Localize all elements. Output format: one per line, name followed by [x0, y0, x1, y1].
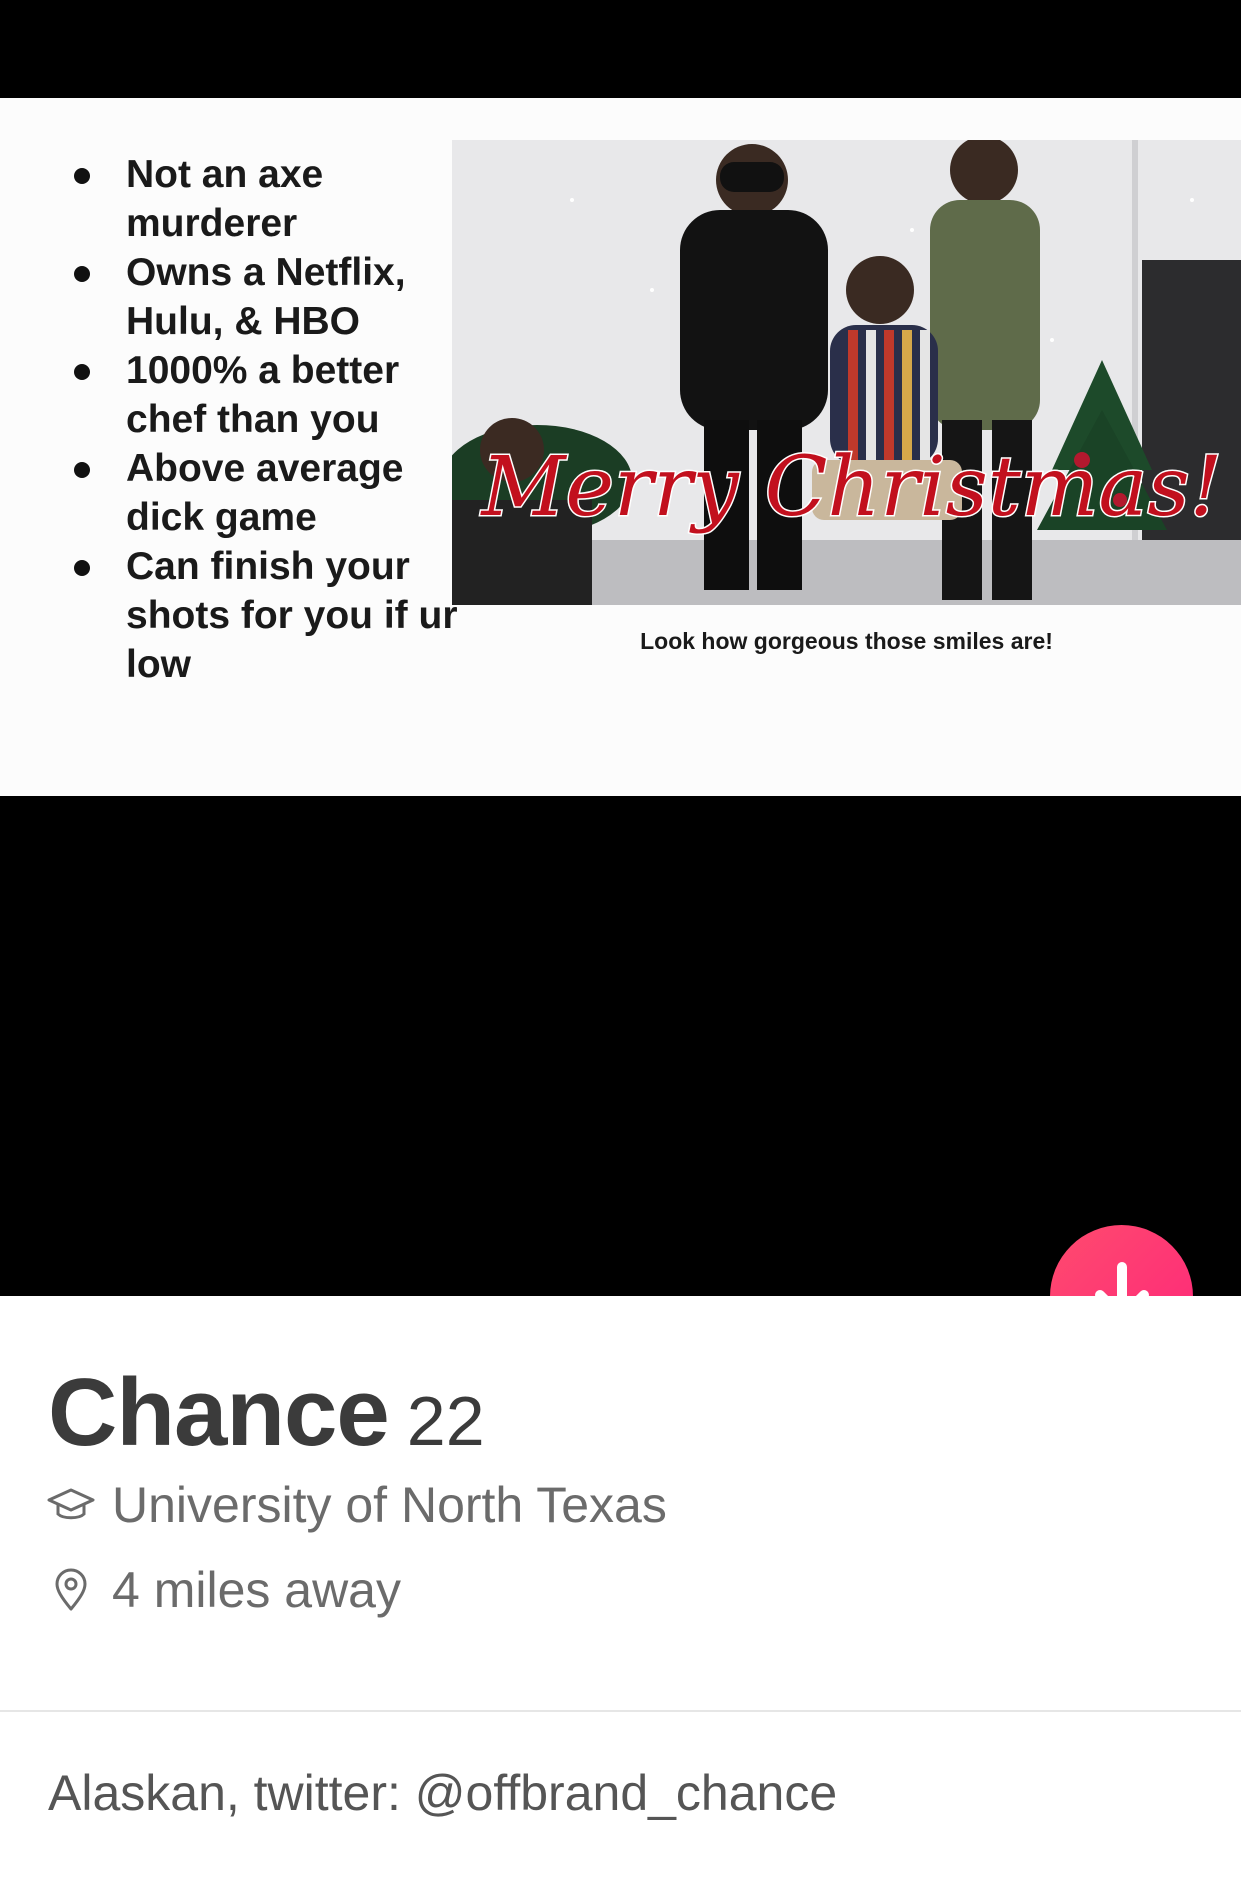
bullet-dot	[74, 364, 90, 380]
bullet-dot	[74, 168, 90, 184]
profile-name: Chance	[48, 1359, 390, 1466]
distance-row: 4 miles away	[46, 1561, 401, 1619]
graduation-cap-icon	[46, 1480, 96, 1530]
profile-info: Chance 22 University of North Texas 4 mil…	[0, 1296, 1241, 1893]
name-age-row: Chance 22	[48, 1358, 485, 1468]
bullet-item: Owns a Netflix, Hulu, & HBO	[70, 248, 490, 346]
profile-bio: Alaskan, twitter: @offbrand_chance	[48, 1765, 838, 1821]
bullet-item: Can finish your shots for you if ur low	[70, 542, 490, 689]
photo-caption: Look how gorgeous those smiles are!	[640, 628, 1053, 654]
divider	[0, 1710, 1241, 1712]
group-photo: Merry Christmas!	[452, 140, 1241, 605]
bullet-item: Above average dick game	[70, 444, 490, 542]
location-pin-icon	[46, 1565, 96, 1615]
bullet-item: 1000% a better chef than you	[70, 346, 490, 444]
bullet-item: Not an axe murderer	[70, 150, 490, 248]
profile-age: 22	[406, 1382, 485, 1460]
bullet-list: Not an axe murderer Owns a Netflix, Hulu…	[70, 150, 490, 689]
merry-christmas-text: Merry Christmas!	[480, 440, 1223, 535]
profile-photo-area[interactable]: Not an axe murderer Owns a Netflix, Hulu…	[0, 0, 1241, 1296]
school-text: University of North Texas	[112, 1477, 667, 1533]
bullet-dot	[74, 462, 90, 478]
profile-photo-slide: Not an axe murderer Owns a Netflix, Hulu…	[0, 98, 1241, 796]
bullet-dot	[74, 560, 90, 576]
school-row: University of North Texas	[46, 1476, 667, 1534]
distance-text: 4 miles away	[112, 1562, 401, 1618]
bullet-dot	[74, 266, 90, 282]
